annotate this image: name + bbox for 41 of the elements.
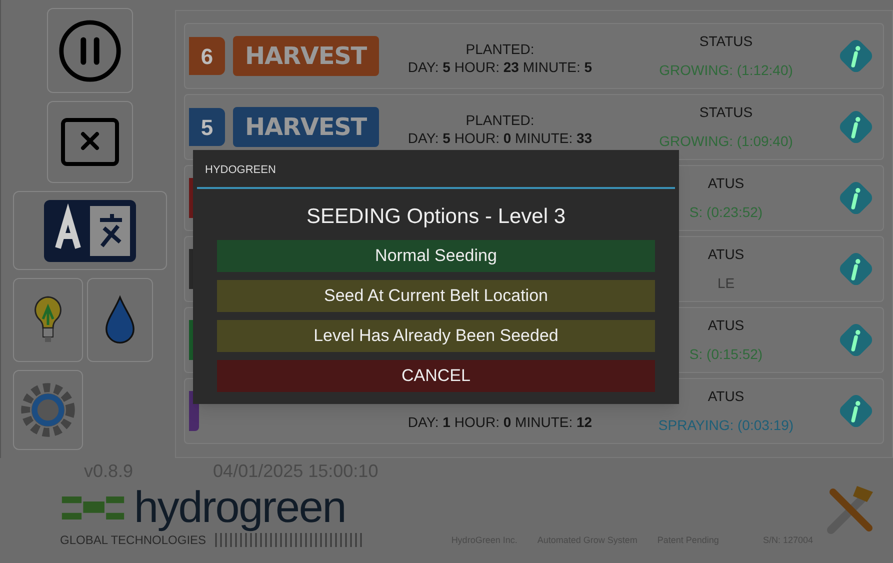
light-button[interactable] — [13, 278, 83, 362]
planted-label: PLANTED: — [466, 111, 534, 129]
pause-icon — [57, 18, 123, 84]
option-button[interactable]: Normal Seeding — [217, 240, 655, 272]
crop-label: HARVEST — [233, 36, 379, 76]
dialog-heading: SEEDING Options - Level 3 — [305, 204, 567, 230]
planted-time: DAY: 5 HOUR: 23 MINUTE: 5 — [408, 58, 592, 76]
settings-button[interactable] — [13, 370, 83, 450]
planted-time: DAY: 1 HOUR: 0 MINUTE: 12 — [408, 413, 592, 431]
status-label: STATUS — [699, 103, 753, 122]
logo-wordmark: hydrogreen — [134, 485, 346, 531]
status-text: S: (0:15:52) — [689, 345, 763, 364]
level-badge: 5 — [189, 108, 225, 146]
status-text: GROWING: (1:12:40) — [659, 61, 793, 80]
translate-icon — [44, 200, 136, 262]
option-button[interactable]: Seed At Current Belt Location — [217, 280, 655, 312]
barcode-stripes-icon — [214, 533, 364, 547]
level-badge: 6 — [189, 37, 225, 75]
status-text: SPRAYING: (0:03:19) — [658, 416, 794, 435]
option-button[interactable]: Level Has Already Been Seeded — [217, 320, 655, 352]
status-label: ATUS — [708, 245, 744, 264]
status-text: GROWING: (1:09:40) — [659, 132, 793, 151]
water-drop-icon — [103, 294, 137, 346]
status-text: S: (0:23:52) — [689, 203, 763, 222]
stop-button[interactable] — [47, 101, 133, 183]
pause-button[interactable] — [47, 8, 133, 94]
planted-label: PLANTED: — [466, 40, 534, 58]
bed-row[interactable]: 6 HARVEST PLANTED: DAY: 5 HOUR: 23 MINUTE: 5 STATUS GROWING: (1:12:40) — [184, 23, 884, 89]
language-button[interactable] — [13, 190, 167, 270]
option-button[interactable]: CANCEL — [217, 360, 655, 392]
planted-time: DAY: 5 HOUR: 0 MINUTE: 33 — [408, 129, 592, 147]
status-label: ATUS — [708, 316, 744, 335]
tagline-text: GLOBAL TECHNOLOGIES — [60, 532, 206, 549]
close-icon — [59, 117, 121, 168]
crop-label: HARVEST — [233, 107, 379, 147]
status-label: STATUS — [699, 32, 753, 51]
dialog-title: HYDOGREEN — [204, 163, 277, 178]
water-button[interactable] — [87, 278, 153, 362]
status-label: ATUS — [708, 174, 744, 193]
settings-icon — [20, 382, 76, 438]
status-label: ATUS — [708, 387, 744, 406]
